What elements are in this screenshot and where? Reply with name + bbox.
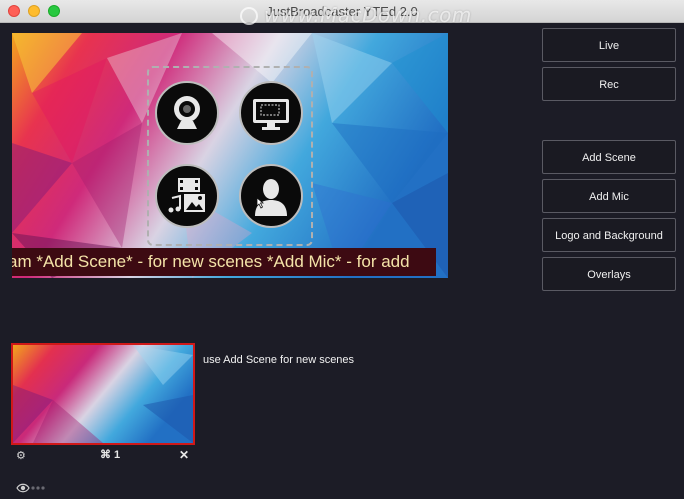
scene-thumbnail-image — [13, 345, 193, 443]
ticker-text: am *Add Scene* - for new scenes *Add Mic… — [12, 252, 410, 271]
scene-close-icon[interactable]: ✕ — [179, 448, 189, 462]
live-preview: am *Add Scene* - for new scenes *Add Mic… — [12, 33, 448, 278]
ticker-bar: am *Add Scene* - for new scenes *Add Mic… — [12, 248, 436, 276]
scene-settings-gear-icon[interactable]: ⚙ — [16, 449, 26, 462]
screen-capture-source-button[interactable] — [239, 81, 303, 145]
scene-thumbnail[interactable] — [11, 343, 195, 445]
logo-background-button[interactable]: Logo and Background — [542, 218, 676, 252]
scene-shortcut-label: ⌘ 1 — [100, 449, 121, 461]
screen-capture-icon — [253, 99, 289, 130]
rec-button[interactable]: Rec — [542, 67, 676, 101]
title-bar: JustBroadcaster YTEd 2.0 — [0, 0, 684, 23]
window-title: JustBroadcaster YTEd 2.0 — [266, 4, 418, 19]
scene-hint-text: use Add Scene for new scenes — [203, 354, 355, 366]
add-scene-button[interactable]: Add Scene — [542, 140, 676, 174]
media-files-source-button[interactable] — [155, 164, 219, 228]
user-source-button[interactable] — [239, 164, 303, 228]
add-mic-button[interactable]: Add Mic — [542, 179, 676, 213]
overlays-button[interactable]: Overlays — [542, 257, 676, 291]
webcam-source-button[interactable] — [155, 81, 219, 145]
webcam-icon — [174, 96, 200, 129]
user-silhouette-icon — [255, 179, 287, 216]
live-button[interactable]: Live — [542, 28, 676, 62]
eye-icon[interactable] — [16, 482, 46, 494]
media-files-icon — [168, 178, 205, 213]
